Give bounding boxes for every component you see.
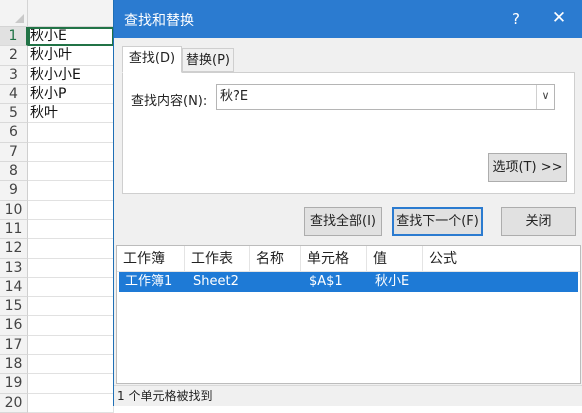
chevron-down-icon[interactable]: ∨ [536,85,554,109]
tab-find[interactable]: 查找(D) [122,46,182,73]
find-what-input[interactable]: 秋?E ∨ [216,84,555,110]
cell-a15[interactable] [28,297,114,317]
tab-replace[interactable]: 替换(P) [182,48,234,72]
row-header[interactable]: 19 [0,374,28,394]
row-header[interactable]: 12 [0,239,28,259]
result-formula [427,272,431,292]
cell-a12[interactable] [28,239,114,259]
results-list[interactable]: 工作簿 工作表 名称 单元格 值 公式 工作簿1 Sheet2 $A$1 秋小E [116,245,581,384]
find-what-value: 秋?E [220,89,249,104]
cell-a20[interactable] [28,393,114,413]
help-button[interactable]: ? [506,8,526,30]
cell-a7[interactable] [28,142,114,163]
row-header[interactable]: 11 [0,219,28,240]
dialog-title: 查找和替换 [124,13,194,29]
row-header[interactable]: 10 [0,200,28,220]
row-header[interactable]: 7 [0,142,28,163]
col-head-cell[interactable]: 单元格 [301,246,367,272]
find-replace-dialog: 查找和替换 ? ✕ 查找(D) 替换(P) 查找内容(N): 秋?E ∨ 选项(… [113,0,582,406]
row-header[interactable]: 16 [0,316,28,336]
row-header[interactable]: 8 [0,162,28,182]
col-head-name[interactable]: 名称 [250,246,301,272]
find-what-label: 查找内容(N): [131,94,208,109]
row-header[interactable]: 9 [0,181,28,201]
cell-a1[interactable]: 秋小E [28,27,114,47]
col-head-formula[interactable]: 公式 [423,246,582,272]
cell-a18[interactable] [28,355,114,375]
cell-a3[interactable]: 秋小小E [28,65,114,85]
select-all-corner[interactable] [0,0,28,27]
options-button[interactable]: 选项(T) >> [488,153,567,182]
cell-a9[interactable] [28,181,114,201]
cell-a10[interactable] [28,200,114,220]
cell-a6[interactable] [28,123,114,143]
close-button[interactable]: 关闭 [501,207,576,236]
close-icon[interactable]: ✕ [547,6,571,30]
row-header[interactable]: 6 [0,123,28,143]
cell-a4[interactable]: 秋小P [28,84,114,105]
result-row[interactable]: 工作簿1 Sheet2 $A$1 秋小E [119,272,578,292]
row-header[interactable]: 3 [0,65,28,85]
row-header[interactable]: 20 [0,393,28,413]
result-sheet: Sheet2 [193,274,239,289]
cell-a19[interactable] [28,374,114,394]
row-header[interactable]: 1 [0,27,28,47]
dialog-titlebar[interactable]: 查找和替换 ? ✕ [114,0,582,38]
col-head-sheet[interactable]: 工作表 [185,246,250,272]
result-workbook: 工作簿1 [125,274,173,289]
col-head-workbook[interactable]: 工作簿 [117,246,185,272]
cell-a14[interactable] [28,277,114,298]
row-header[interactable]: 15 [0,297,28,317]
row-header[interactable]: 17 [0,335,28,356]
results-header: 工作簿 工作表 名称 单元格 值 公式 [117,246,580,272]
row-header[interactable]: 5 [0,104,28,124]
status-bar: 1 个单元格被找到 [114,385,582,406]
cell-a2[interactable]: 秋小叶 [28,46,114,66]
cell-a11[interactable] [28,219,114,240]
result-value: 秋小E [375,274,410,289]
row-header[interactable]: 2 [0,46,28,66]
find-all-button[interactable]: 查找全部(I) [304,207,382,236]
cell-a8[interactable] [28,162,114,182]
row-header[interactable]: 18 [0,355,28,375]
row-header[interactable]: 4 [0,84,28,105]
column-a-cells: 秋小E 秋小叶 秋小小E 秋小P 秋叶 [28,27,114,413]
col-head-value[interactable]: 值 [367,246,423,272]
row-header[interactable]: 13 [0,258,28,278]
cell-a16[interactable] [28,316,114,336]
row-header[interactable]: 14 [0,277,28,298]
result-cell: $A$1 [309,274,343,289]
cell-a13[interactable] [28,258,114,278]
cell-a17[interactable] [28,335,114,356]
cell-a5[interactable]: 秋叶 [28,104,114,124]
result-name [254,272,258,292]
row-headers: 1 2 3 4 5 6 7 8 9 10 11 12 13 14 15 16 17 18 19 20 [0,27,28,413]
find-next-button[interactable]: 查找下一个(F) [392,207,483,236]
